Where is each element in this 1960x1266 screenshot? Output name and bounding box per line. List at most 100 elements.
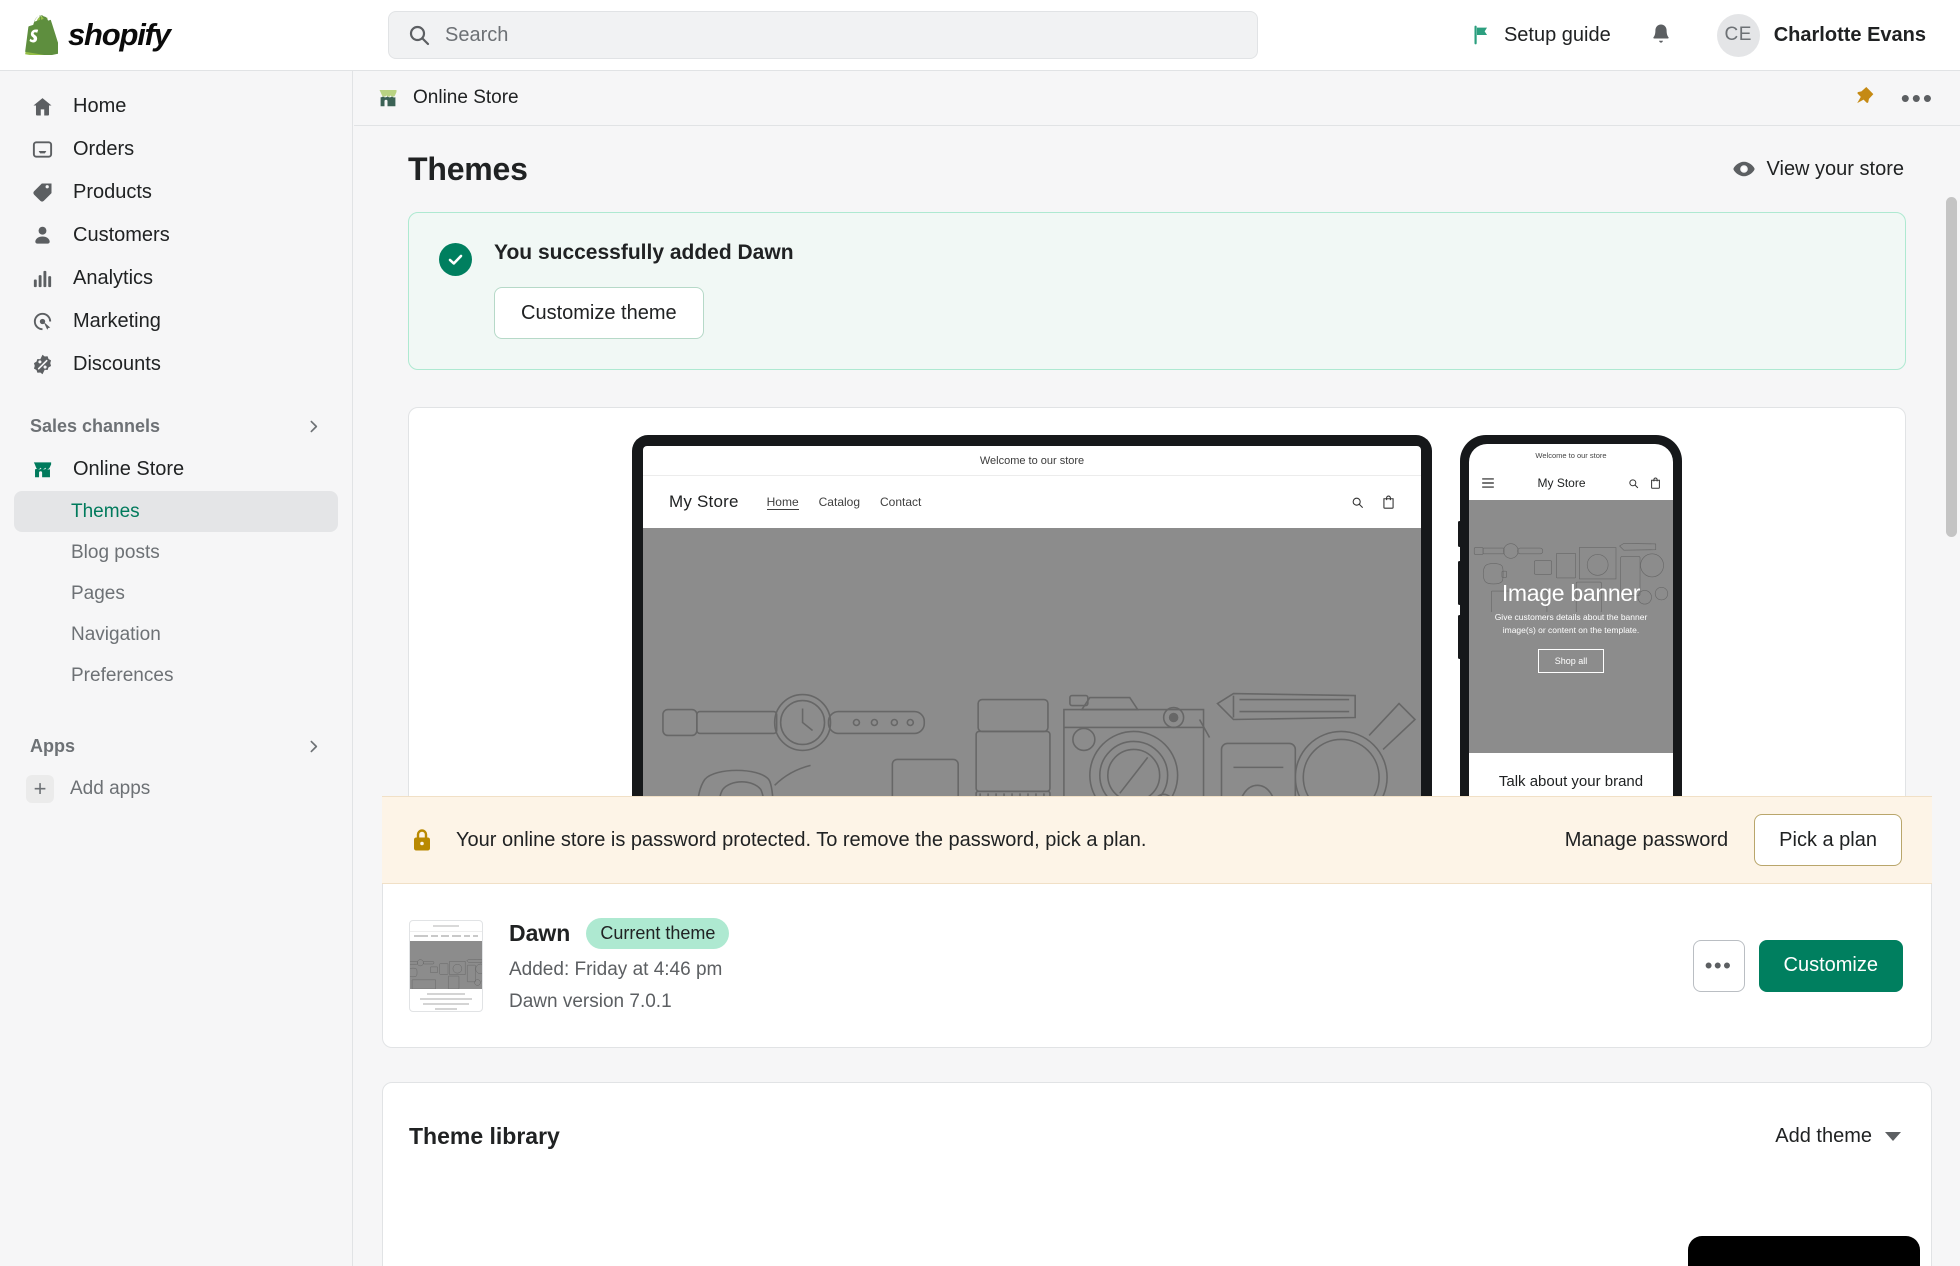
success-banner-title: You successfully added Dawn xyxy=(494,241,794,264)
page-scrollbar[interactable] xyxy=(1944,197,1960,1266)
sidebar-item-navigation[interactable]: Navigation xyxy=(14,614,338,655)
sidebar-item-products[interactable]: Products xyxy=(14,171,338,214)
password-protected-banner: Your online store is password protected.… xyxy=(382,796,1932,884)
plus-icon: + xyxy=(26,775,54,803)
sidebar-section-sales-channels[interactable]: Sales channels xyxy=(14,408,338,444)
pick-a-plan-button[interactable]: Pick a plan xyxy=(1754,814,1902,866)
add-theme-button[interactable]: Add theme xyxy=(1775,1125,1901,1148)
flag-icon xyxy=(1474,25,1488,45)
mobile-hero-shop-all-button[interactable]: Shop all xyxy=(1537,648,1605,673)
add-apps-button[interactable]: + Add apps xyxy=(14,768,338,810)
desktop-store-logo: My Store xyxy=(669,492,739,511)
sidebar-item-orders[interactable]: Orders xyxy=(14,128,338,171)
sidebar-item-discounts[interactable]: Discounts xyxy=(14,343,338,386)
mobile-hero-subtitle: Give customers details about the banner … xyxy=(1494,612,1648,635)
search-input[interactable]: Search xyxy=(388,11,1258,59)
mobile-announcement-text: Welcome to our store xyxy=(1535,450,1607,460)
desktop-announcement-text: Welcome to our store xyxy=(979,454,1085,467)
customize-theme-button[interactable]: Customize theme xyxy=(494,287,704,339)
theme-library-header: Theme library Add theme xyxy=(409,1123,1901,1150)
desktop-store-icons xyxy=(1351,495,1395,509)
bar-chart-icon xyxy=(30,266,55,291)
search-placeholder: Search xyxy=(445,23,509,46)
sidebar-item-marketing[interactable]: Marketing xyxy=(14,300,338,343)
storefront-icon xyxy=(30,457,55,482)
sidebar-item-label: Online Store xyxy=(73,458,185,480)
hamburger-menu-icon xyxy=(1482,478,1494,488)
desktop-link-contact: Contact xyxy=(880,495,922,509)
sidebar-subitem-label: Blog posts xyxy=(71,541,160,563)
sidebar-item-label: Analytics xyxy=(73,267,154,289)
thumbnail-footer xyxy=(410,989,482,1010)
sidebar: Home Orders Products Customers Analytics… xyxy=(0,71,353,1266)
mobile-brand-title: Talk about your brand xyxy=(1498,773,1644,790)
desktop-link-home: Home xyxy=(766,494,799,510)
user-name: Charlotte Evans xyxy=(1773,23,1926,46)
avatar: CE xyxy=(1716,13,1760,57)
shopify-logo[interactable]: shopify xyxy=(0,15,353,55)
breadcrumb-label: Online Store xyxy=(413,87,519,108)
pushpin-icon[interactable] xyxy=(1853,85,1875,112)
apps-label: Apps xyxy=(30,735,75,756)
more-horizontal-icon[interactable]: ••• xyxy=(1901,85,1934,111)
phone-volume-up-button xyxy=(1458,561,1461,605)
status-badge: Current theme xyxy=(586,918,730,949)
success-banner-body: You successfully added Dawn Customize th… xyxy=(494,241,794,339)
thumbnail-hero xyxy=(410,940,482,989)
breadcrumb[interactable]: Online Store xyxy=(376,86,519,110)
scrollbar-thumb[interactable] xyxy=(1946,197,1957,537)
sidebar-item-home[interactable]: Home xyxy=(14,85,338,128)
chevron-right-icon xyxy=(305,738,322,755)
notifications-button[interactable] xyxy=(1635,14,1687,56)
desktop-announcement-bar: Welcome to our store xyxy=(643,446,1421,476)
customize-button[interactable]: Customize xyxy=(1758,939,1903,992)
search-icon xyxy=(1629,478,1639,488)
theme-thumbnail xyxy=(409,919,483,1012)
desktop-store-nav: My Store Home Catalog Contact xyxy=(643,476,1421,528)
sidebar-section-apps[interactable]: Apps xyxy=(14,728,338,764)
orders-inbox-icon xyxy=(30,137,55,162)
theme-actions: ••• Customize xyxy=(1692,939,1903,992)
sidebar-item-online-store[interactable]: Online Store xyxy=(14,448,338,491)
search-icon xyxy=(409,25,430,46)
sidebar-item-customers[interactable]: Customers xyxy=(14,214,338,257)
shopify-wordmark: shopify xyxy=(68,17,171,52)
top-bar-actions: Setup guide CE Charlotte Evans xyxy=(1457,8,1960,63)
bottom-overlay-panel[interactable] xyxy=(1688,1236,1920,1266)
mobile-store-nav: My Store xyxy=(1469,466,1673,500)
mobile-store-logo: My Store xyxy=(1537,476,1586,490)
sidebar-item-label: Discounts xyxy=(73,353,161,375)
caret-down-icon xyxy=(1885,1132,1901,1141)
product-line-art-illustration xyxy=(410,958,482,989)
check-circle-icon xyxy=(439,243,472,276)
page-title: Themes xyxy=(408,150,528,187)
context-bar-actions: ••• xyxy=(1853,85,1934,112)
sidebar-item-pages[interactable]: Pages xyxy=(14,573,338,614)
target-cursor-icon xyxy=(30,309,55,334)
setup-guide-button[interactable]: Setup guide xyxy=(1457,16,1625,55)
success-banner: You successfully added Dawn Customize th… xyxy=(408,212,1906,370)
sidebar-item-label: Products xyxy=(73,181,152,203)
manage-password-link[interactable]: Manage password xyxy=(1565,829,1728,852)
search-icon xyxy=(1352,497,1363,508)
user-menu[interactable]: CE Charlotte Evans xyxy=(1709,8,1936,63)
person-icon xyxy=(30,223,55,248)
add-theme-label: Add theme xyxy=(1775,1125,1872,1147)
setup-guide-label: Setup guide xyxy=(1503,23,1611,46)
desktop-store-links: Home Catalog Contact xyxy=(766,494,922,510)
sidebar-item-blog-posts[interactable]: Blog posts xyxy=(14,532,338,573)
sidebar-item-preferences[interactable]: Preferences xyxy=(14,655,338,696)
mobile-store-icons xyxy=(1628,477,1661,489)
mobile-hero-title: Image banner xyxy=(1501,580,1641,607)
theme-more-actions-button[interactable]: ••• xyxy=(1692,939,1745,992)
thumbnail-announcement xyxy=(410,921,482,932)
sidebar-item-label: Marketing xyxy=(73,310,161,332)
sidebar-item-analytics[interactable]: Analytics xyxy=(14,257,338,300)
cart-icon xyxy=(1383,495,1394,509)
sales-channels-label: Sales channels xyxy=(30,415,161,436)
view-your-store-link[interactable]: View your store xyxy=(1732,157,1904,181)
thumbnail-nav xyxy=(410,932,482,941)
theme-name-row: Dawn Current theme xyxy=(509,918,730,949)
context-bar: Online Store ••• xyxy=(354,71,1960,126)
sidebar-item-themes[interactable]: Themes xyxy=(14,491,338,532)
